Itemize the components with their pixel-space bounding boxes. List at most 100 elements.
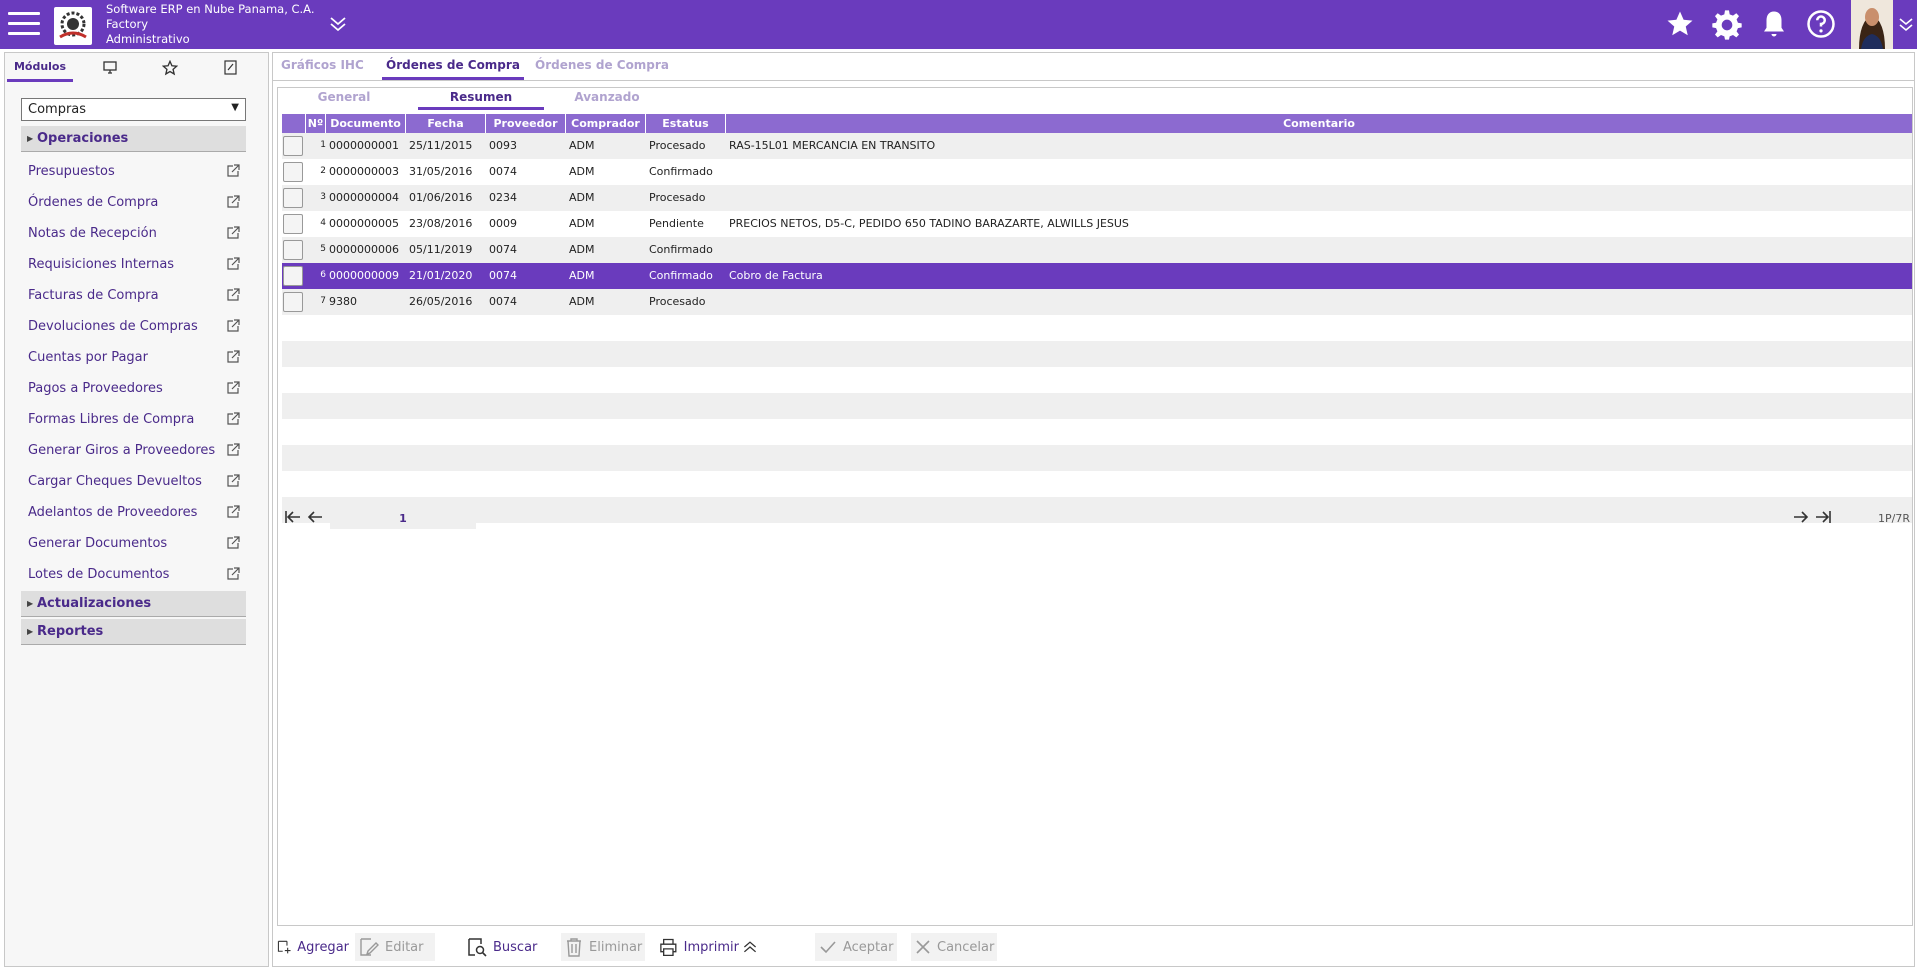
header-estatus[interactable]: Estatus [646,114,726,133]
sidebar-item-label: Generar Documentos [28,536,168,551]
check-icon [820,941,836,954]
table-row[interactable]: 6 0000000009 21/01/2020 0074 ADM Confirmado Co… [282,263,1912,289]
tab-modulos[interactable]: Módulos [7,53,73,82]
expand-up-icon[interactable] [742,933,764,961]
external-link-icon[interactable] [227,381,240,398]
print-label: Imprimir [683,939,739,955]
accept-button[interactable]: Aceptar [815,933,897,961]
cell-prov: 0074 [489,269,517,282]
sidebar-item[interactable]: Adelantos de Proveedores [21,502,246,524]
external-link-icon[interactable] [227,443,240,460]
table-row-empty [282,341,1912,367]
row-checkbox[interactable] [283,240,303,260]
external-link-icon[interactable] [227,257,240,274]
cancel-button[interactable]: Cancelar [911,933,997,961]
page-number[interactable]: 1 [330,508,476,529]
external-link-icon[interactable] [227,536,240,553]
tab-ordenes-compra[interactable]: Órdenes de Compra [382,58,524,80]
external-link-icon[interactable] [227,350,240,367]
edit-button[interactable]: Editar [355,933,435,961]
external-link-icon[interactable] [227,567,240,584]
section-actualizaciones[interactable]: ▶ Actualizaciones [21,591,246,617]
row-checkbox[interactable] [283,188,303,208]
edit-icon[interactable] [205,53,255,82]
cell-doc: 0000000005 [329,217,399,230]
company-name: Software ERP en Nube Panama, C.A. [106,2,315,16]
external-link-icon[interactable] [227,195,240,212]
external-link-icon[interactable] [227,505,240,522]
module-select[interactable]: Compras ▼ [21,98,246,121]
header-fecha[interactable]: Fecha [406,114,486,133]
help-icon[interactable] [1806,9,1836,43]
sidebar-item[interactable]: Devoluciones de Compras [21,316,246,338]
sidebar-item[interactable]: Notas de Recepción [21,223,246,245]
row-checkbox[interactable] [283,292,303,312]
monitor-icon[interactable] [85,53,135,82]
bell-icon[interactable] [1759,9,1789,43]
cell-estatus: Confirmado [649,269,713,282]
header-comprador[interactable]: Comprador [566,114,646,133]
section-reportes[interactable]: ▶ Reportes [21,619,246,645]
sidebar-item[interactable]: Facturas de Compra [21,285,246,307]
next-page-icon[interactable] [1792,509,1810,529]
sidebar-item[interactable]: Presupuestos [21,161,246,183]
table-row[interactable]: 2 0000000003 31/05/2016 0074 ADM Confirmado [282,159,1912,185]
table-row[interactable]: 5 0000000006 05/11/2019 0074 ADM Confirmado [282,237,1912,263]
tab-graficos-ihc[interactable]: Gráficos IHC [277,58,368,80]
external-link-icon[interactable] [227,164,240,181]
search-button[interactable]: Buscar [467,933,539,961]
header-documento[interactable]: Documento [326,114,406,133]
external-link-icon[interactable] [227,288,240,305]
sidebar-item[interactable]: Generar Documentos [21,533,246,555]
prev-page-icon[interactable] [306,509,324,529]
avatar[interactable] [1851,0,1893,49]
gear-icon[interactable] [1711,9,1743,45]
cell-estatus: Procesado [649,191,706,204]
sidebar-item[interactable]: Cargar Cheques Devueltos [21,471,246,493]
bottom-toolbar: Agregar Editar Buscar Eliminar Imprimir … [273,930,1914,964]
subtab-general[interactable]: General [292,90,396,110]
module-select-value: Compras [28,102,87,117]
subtab-avanzado[interactable]: Avanzado [544,90,670,110]
external-link-icon[interactable] [227,412,240,429]
section-operaciones[interactable]: ▶ Operaciones [21,126,246,152]
add-button[interactable]: Agregar [277,933,349,961]
row-checkbox[interactable] [283,214,303,234]
header-comentario[interactable]: Comentario [726,114,1912,133]
cell-fecha: 26/05/2016 [409,295,473,308]
delete-button[interactable]: Eliminar [561,933,645,961]
delete-label: Eliminar [589,939,643,955]
header-n[interactable]: Nº [306,114,326,133]
sidebar-item[interactable]: Cuentas por Pagar [21,347,246,369]
sidebar-item[interactable]: Formas Libres de Compra [21,409,246,431]
cell-n: 3 [320,192,326,202]
chevron-down-icon[interactable] [328,14,348,38]
sidebar-item[interactable]: Requisiciones Internas [21,254,246,276]
star-icon[interactable] [1665,9,1695,43]
row-checkbox[interactable] [283,266,303,286]
print-button[interactable]: Imprimir [659,933,739,961]
sidebar-item[interactable]: Lotes de Documentos [21,564,246,586]
first-page-icon[interactable] [284,509,302,529]
row-checkbox[interactable] [283,136,303,156]
table-row[interactable]: 4 0000000005 23/08/2016 0009 ADM Pendiente PRE… [282,211,1912,237]
header-proveedor[interactable]: Proveedor [486,114,566,133]
sidebar-item[interactable]: Órdenes de Compra [21,192,246,214]
sidebar-item[interactable]: Generar Giros a Proveedores [21,440,246,462]
last-page-icon[interactable] [1814,509,1832,529]
cell-prov: 0074 [489,165,517,178]
external-link-icon[interactable] [227,226,240,243]
cell-comp: ADM [569,269,595,282]
sidebar-item[interactable]: Pagos a Proveedores [21,378,246,400]
menu-icon[interactable] [8,12,40,36]
subtab-resumen[interactable]: Resumen [418,90,544,110]
tab-ordenes-compra-2[interactable]: Órdenes de Compra [531,58,673,80]
table-row[interactable]: 7 9380 26/05/2016 0074 ADM Procesado [282,289,1912,315]
external-link-icon[interactable] [227,319,240,336]
external-link-icon[interactable] [227,474,240,491]
row-checkbox[interactable] [283,162,303,182]
table-row[interactable]: 1 0000000001 25/11/2015 0093 ADM Procesado RAS… [282,133,1912,159]
chevron-down-icon[interactable] [1898,15,1914,39]
star-icon[interactable] [145,53,195,82]
table-row[interactable]: 3 0000000004 01/06/2016 0234 ADM Procesado [282,185,1912,211]
